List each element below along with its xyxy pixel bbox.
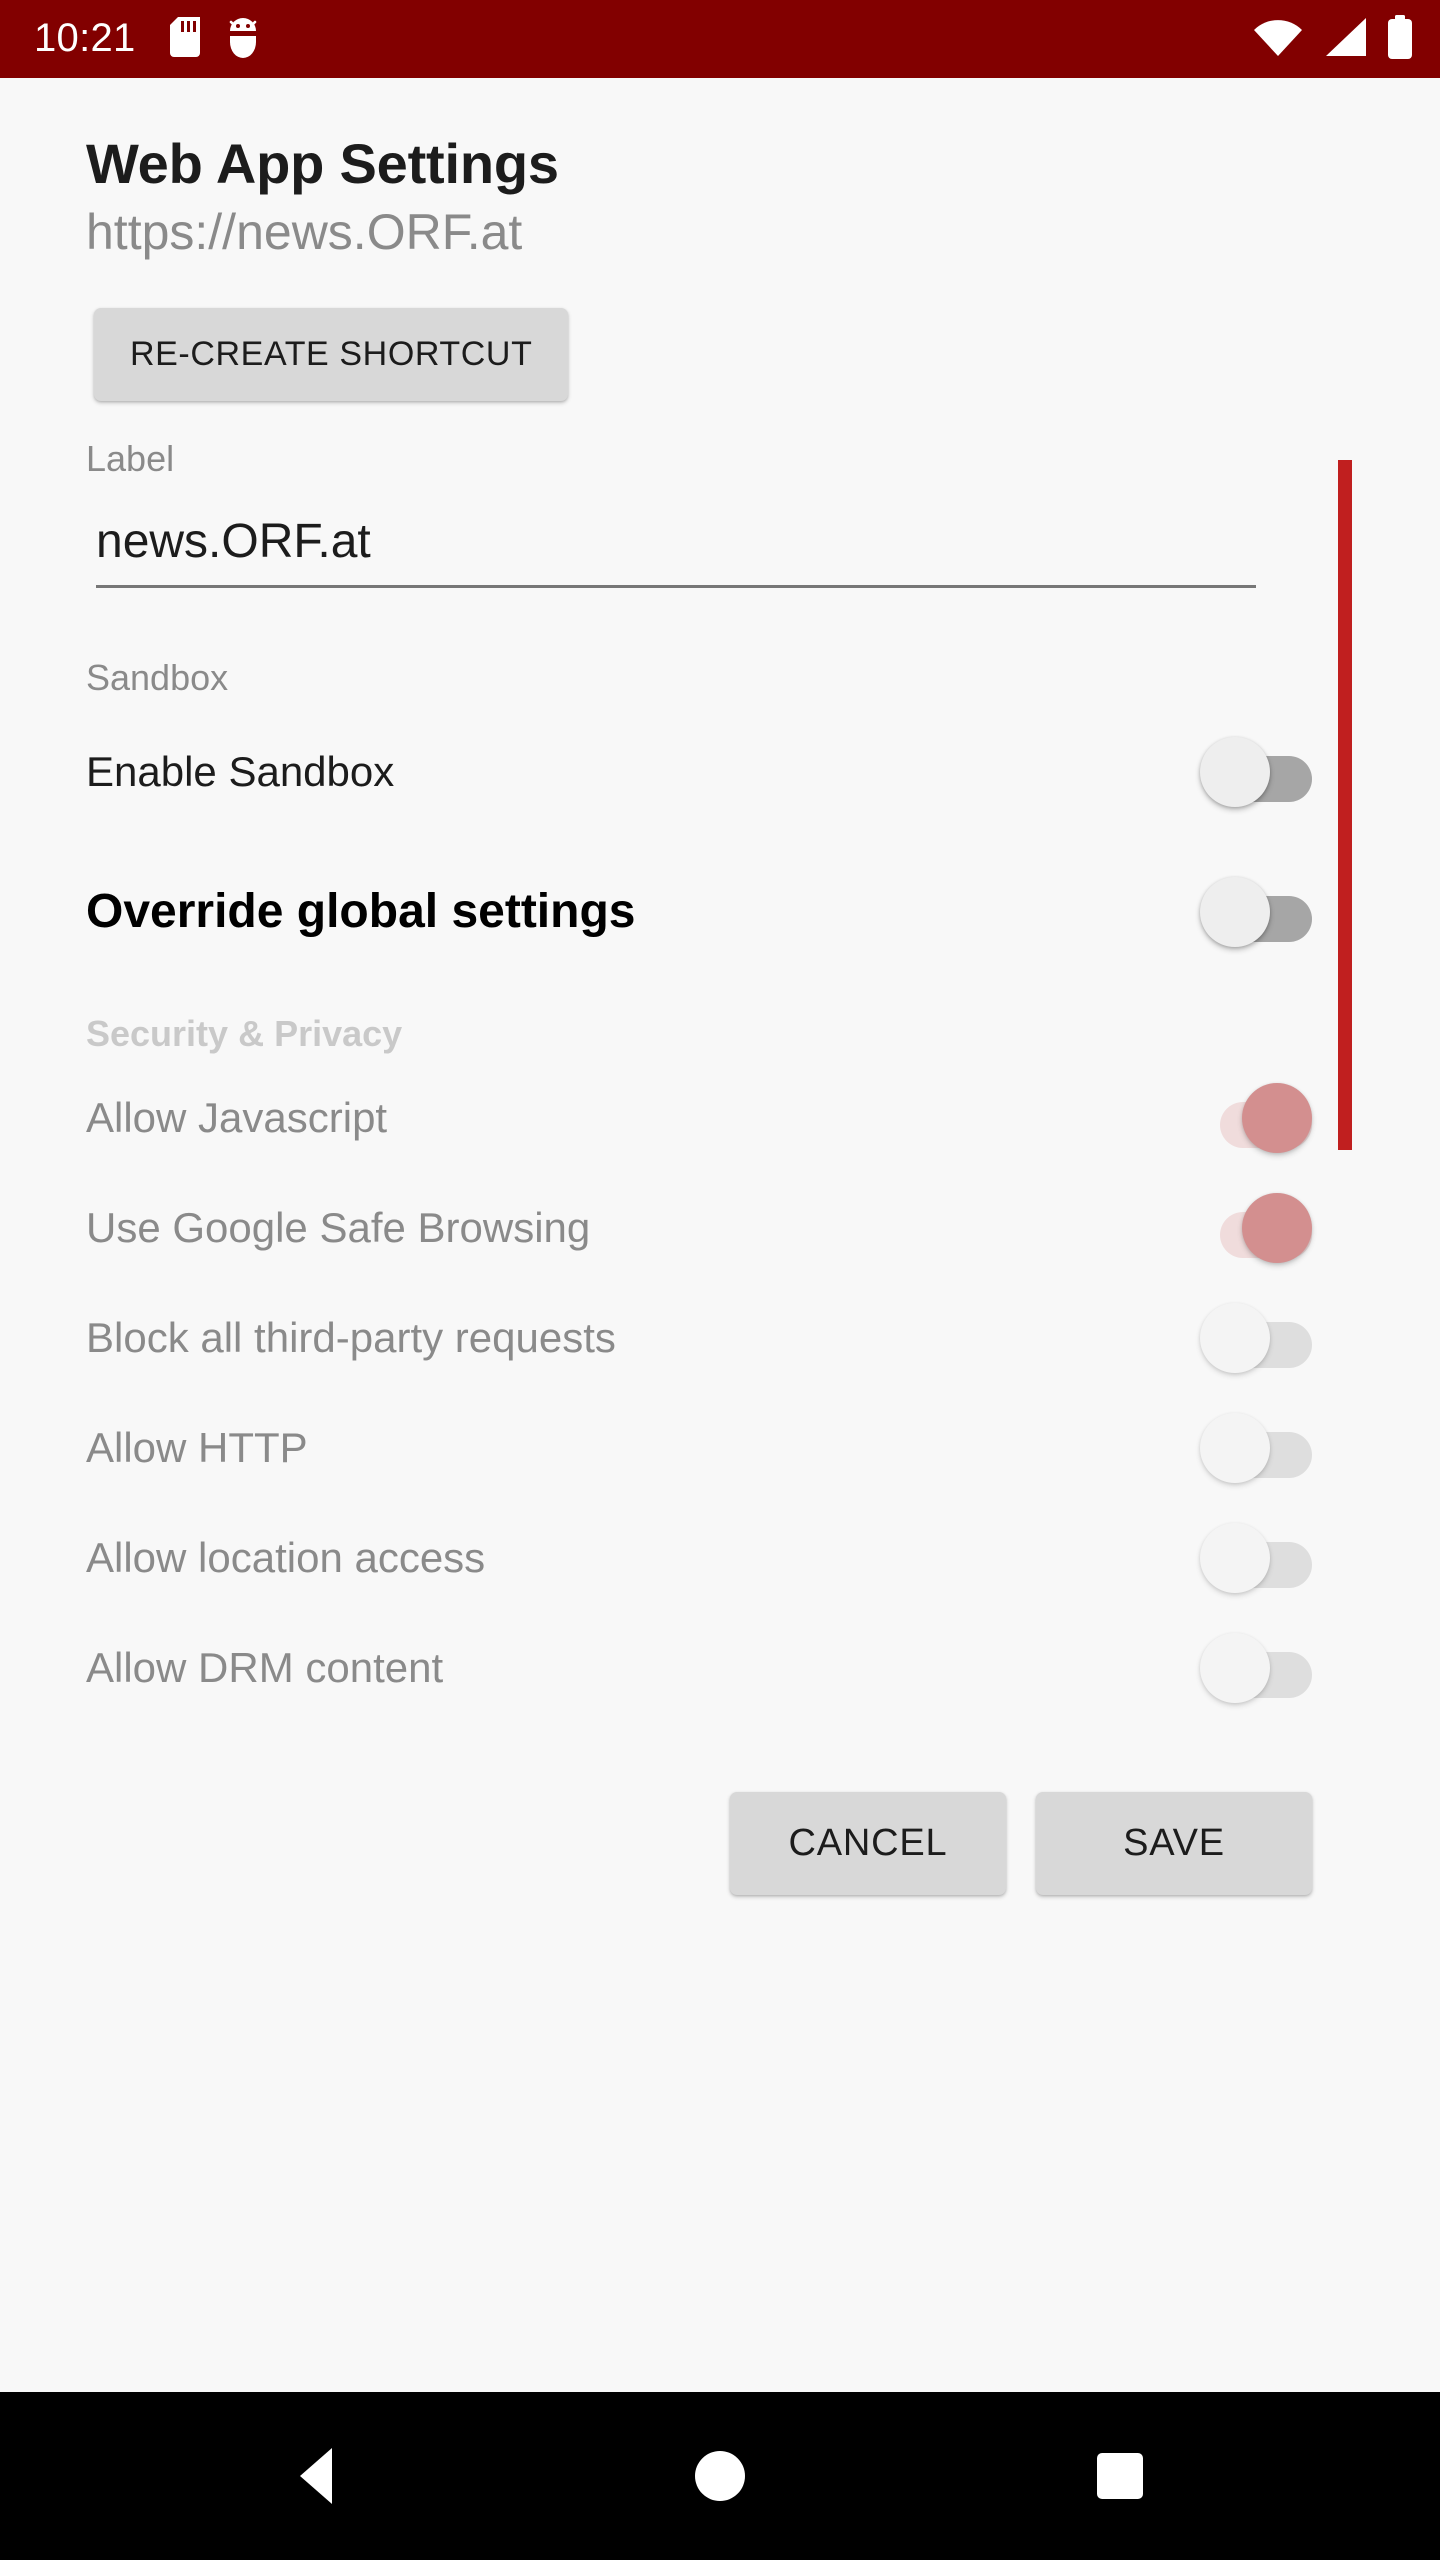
toggle-thumb: [1200, 737, 1270, 808]
re-create-shortcut-button[interactable]: RE-CREATE SHORTCUT: [94, 307, 569, 401]
row-label-allow-javascript: Allow Javascript: [86, 1093, 388, 1141]
toggle-use-google-safe-browsing: [1200, 1192, 1312, 1263]
row-allow-http: Allow HTTP: [86, 1402, 1336, 1494]
label-input[interactable]: [96, 514, 1256, 589]
row-allow-drm-content: Allow DRM content: [86, 1622, 1336, 1714]
toggle-enable-sandbox[interactable]: [1200, 737, 1312, 808]
status-bar-clock: 10:21: [34, 16, 136, 60]
cellular-signal-icon: [1322, 16, 1368, 63]
recents-icon[interactable]: [1060, 2416, 1180, 2536]
row-label-allow-location-access: Allow location access: [86, 1533, 486, 1581]
toggle-allow-location-access: [1200, 1522, 1312, 1593]
toggle-thumb: [1242, 1082, 1312, 1153]
battery-full-icon: [1386, 14, 1414, 64]
save-button[interactable]: SAVE: [1036, 1791, 1312, 1895]
toggle-thumb: [1242, 1192, 1312, 1263]
scrollbar-thumb[interactable]: [1338, 460, 1352, 1150]
status-bar-right-icons: [1252, 14, 1414, 64]
security-privacy-section-header: Security & Privacy: [86, 1013, 403, 1055]
toggle-thumb: [1200, 1632, 1270, 1703]
dialog-actions: CANCEL SAVE: [86, 1791, 1336, 1895]
toggle-thumb: [1200, 1302, 1270, 1373]
page-title: Web App Settings: [86, 132, 559, 195]
row-override-global-settings[interactable]: Override global settings: [86, 866, 1336, 958]
row-enable-sandbox[interactable]: Enable Sandbox: [86, 726, 1336, 818]
settings-scroll-area[interactable]: Web App Settings https://news.ORF.at RE-…: [0, 78, 1440, 2392]
toggle-thumb: [1200, 1522, 1270, 1593]
row-label-override-global-settings: Override global settings: [86, 884, 636, 938]
row-allow-javascript: Allow Javascript: [86, 1072, 1336, 1164]
toggle-block-third-party-requests: [1200, 1302, 1312, 1373]
row-label-block-third-party-requests: Block all third-party requests: [86, 1313, 616, 1361]
row-label-enable-sandbox: Enable Sandbox: [86, 747, 395, 795]
status-bar-left-icons: [169, 16, 260, 63]
toggle-allow-drm-content: [1200, 1632, 1312, 1703]
row-label-allow-http: Allow HTTP: [86, 1423, 308, 1471]
home-icon[interactable]: [660, 2416, 780, 2536]
status-bar: 10:21: [0, 0, 1440, 78]
cancel-button[interactable]: CANCEL: [730, 1791, 1006, 1895]
toggle-override-global-settings[interactable]: [1200, 877, 1312, 948]
app-screen: 10:21 Web App Settings https://news.ORF.…: [0, 0, 1440, 2560]
row-block-third-party-requests: Block all third-party requests: [86, 1292, 1336, 1384]
back-icon[interactable]: [260, 2416, 380, 2536]
wifi-icon: [1252, 16, 1304, 63]
toggle-allow-javascript: [1200, 1082, 1312, 1153]
android-navigation-bar: [0, 2392, 1440, 2560]
row-label-allow-drm-content: Allow DRM content: [86, 1643, 444, 1691]
sd-card-icon: [169, 16, 200, 62]
sandbox-section-header: Sandbox: [86, 657, 229, 699]
toggle-thumb: [1200, 1412, 1270, 1483]
toggle-allow-http: [1200, 1412, 1312, 1483]
android-debug-icon: [226, 16, 260, 63]
row-label-use-google-safe-browsing: Use Google Safe Browsing: [86, 1203, 591, 1251]
page-subtitle-url: https://news.ORF.at: [86, 204, 523, 261]
toggle-thumb: [1200, 877, 1270, 948]
settings-content: Web App Settings https://news.ORF.at RE-…: [0, 78, 1440, 1895]
row-allow-location-access: Allow location access: [86, 1512, 1336, 1604]
row-use-google-safe-browsing: Use Google Safe Browsing: [86, 1182, 1336, 1274]
label-field-hint: Label: [86, 437, 175, 479]
